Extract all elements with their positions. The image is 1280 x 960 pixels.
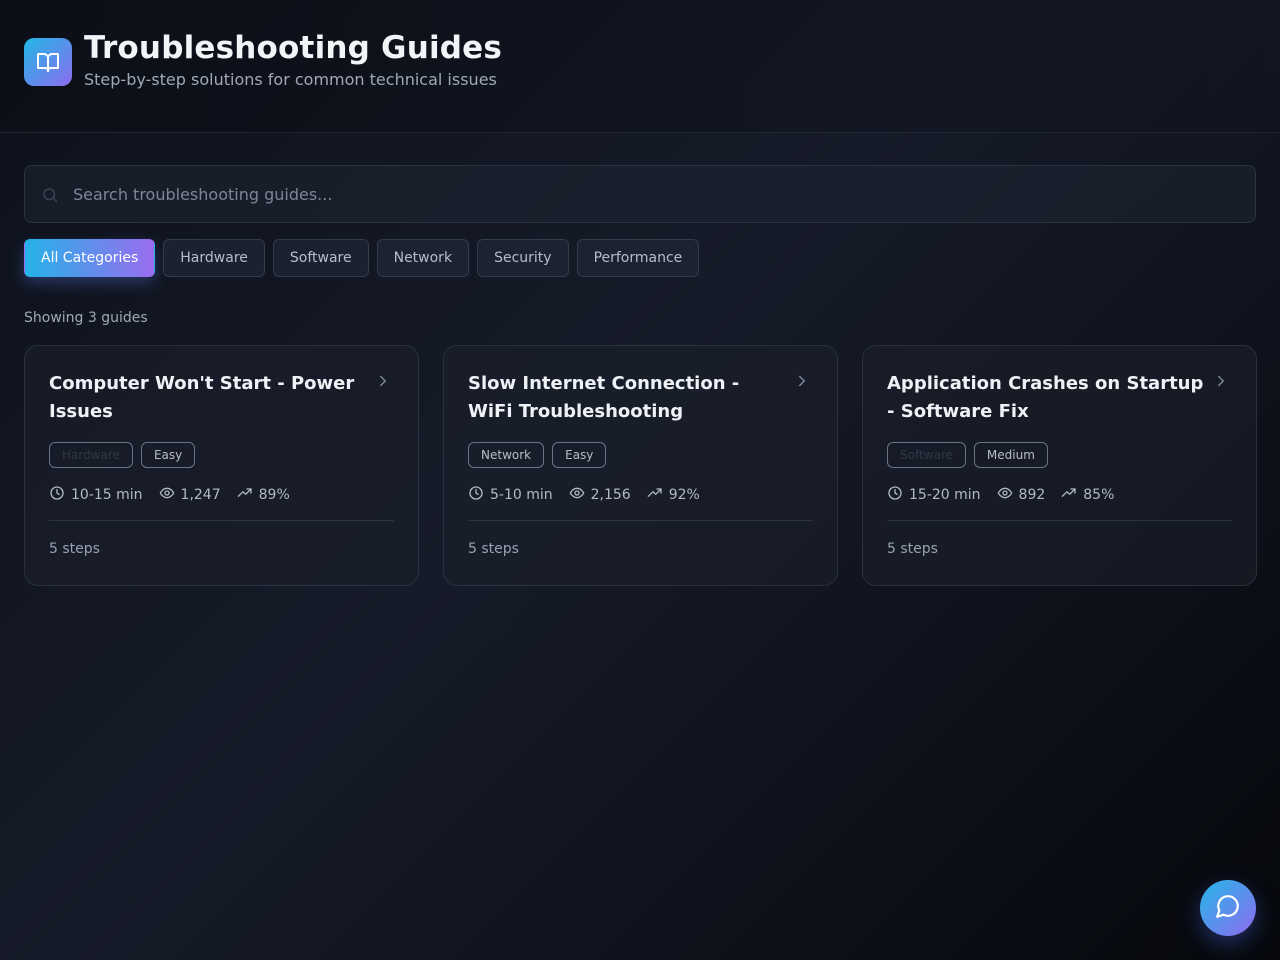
guide-card[interactable]: Slow Internet Connection - WiFi Troubles… xyxy=(443,345,838,586)
clock-icon xyxy=(887,485,903,505)
guide-tags: Hardware Easy xyxy=(49,442,196,468)
steps-count: 5 steps xyxy=(887,541,938,557)
success-value: 85% xyxy=(1083,487,1115,503)
category-badge: Network xyxy=(468,442,545,468)
views-value: 2,156 xyxy=(590,487,631,503)
page-subtitle: Step-by-step solutions for common techni… xyxy=(84,70,497,89)
difficulty-badge: Easy xyxy=(552,442,607,468)
guide-card[interactable]: Computer Won't Start - Power Issues Hard… xyxy=(24,345,419,586)
chevron-right-icon xyxy=(1212,372,1230,394)
filter-hardware[interactable]: Hardware xyxy=(163,239,265,277)
eye-icon xyxy=(997,485,1013,505)
message-circle-icon xyxy=(1215,893,1241,923)
page-header: Troubleshooting Guides Step-by-step solu… xyxy=(0,0,1280,133)
time-value: 10-15 min xyxy=(71,487,143,503)
views-stat: 1,247 xyxy=(159,485,221,505)
clock-icon xyxy=(468,485,484,505)
success-value: 92% xyxy=(668,487,700,503)
chevron-right-icon xyxy=(374,372,392,394)
guide-stats: 5-10 min 2,156 92% xyxy=(468,485,700,505)
filter-software[interactable]: Software xyxy=(272,239,369,277)
filter-network[interactable]: Network xyxy=(376,239,470,277)
chevron-right-icon xyxy=(793,372,811,394)
guide-stats: 15-20 min 892 85% xyxy=(887,485,1114,505)
page-title: Troubleshooting Guides xyxy=(84,30,503,66)
success-stat: 92% xyxy=(647,485,700,505)
book-open-icon xyxy=(24,38,72,86)
category-filters: All Categories Hardware Software Network… xyxy=(24,239,700,277)
success-value: 89% xyxy=(258,487,290,503)
search-input[interactable] xyxy=(73,166,1243,222)
filter-security[interactable]: Security xyxy=(477,239,569,277)
divider xyxy=(887,520,1232,521)
category-badge: Software xyxy=(887,442,966,468)
views-value: 1,247 xyxy=(180,487,221,503)
views-stat: 892 xyxy=(997,485,1046,505)
time-stat: 10-15 min xyxy=(49,485,143,505)
trending-up-icon xyxy=(647,485,663,505)
filter-all-categories[interactable]: All Categories xyxy=(24,239,156,277)
search-box xyxy=(24,165,1256,223)
divider xyxy=(49,520,394,521)
guide-title: Computer Won't Start - Power Issues xyxy=(49,373,355,422)
guide-tags: Software Medium xyxy=(887,442,1048,468)
results-count: Showing 3 guides xyxy=(24,310,148,326)
divider xyxy=(468,520,813,521)
filter-performance[interactable]: Performance xyxy=(576,239,700,277)
trending-up-icon xyxy=(237,485,253,505)
views-value: 892 xyxy=(1018,487,1046,503)
guide-card[interactable]: Application Crashes on Startup - Softwar… xyxy=(862,345,1257,586)
time-stat: 5-10 min xyxy=(468,485,553,505)
clock-icon xyxy=(49,485,65,505)
difficulty-badge: Medium xyxy=(973,442,1048,468)
steps-count: 5 steps xyxy=(468,541,519,557)
eye-icon xyxy=(569,485,585,505)
difficulty-badge: Easy xyxy=(140,442,196,468)
trending-up-icon xyxy=(1061,485,1077,505)
views-stat: 2,156 xyxy=(569,485,631,505)
guide-title: Slow Internet Connection - WiFi Troubles… xyxy=(468,373,740,422)
category-badge: Hardware xyxy=(49,442,133,468)
guide-title: Application Crashes on Startup - Softwar… xyxy=(887,373,1204,422)
time-stat: 15-20 min xyxy=(887,485,981,505)
guide-stats: 10-15 min 1,247 89% xyxy=(49,485,290,505)
chat-button[interactable] xyxy=(1200,880,1256,936)
steps-count: 5 steps xyxy=(49,541,100,557)
search-icon xyxy=(41,186,59,208)
eye-icon xyxy=(159,485,175,505)
success-stat: 89% xyxy=(237,485,290,505)
time-value: 15-20 min xyxy=(909,487,981,503)
time-value: 5-10 min xyxy=(490,487,553,503)
guide-tags: Network Easy xyxy=(468,442,607,468)
guide-list: Computer Won't Start - Power Issues Hard… xyxy=(24,345,1257,586)
success-stat: 85% xyxy=(1061,485,1114,505)
